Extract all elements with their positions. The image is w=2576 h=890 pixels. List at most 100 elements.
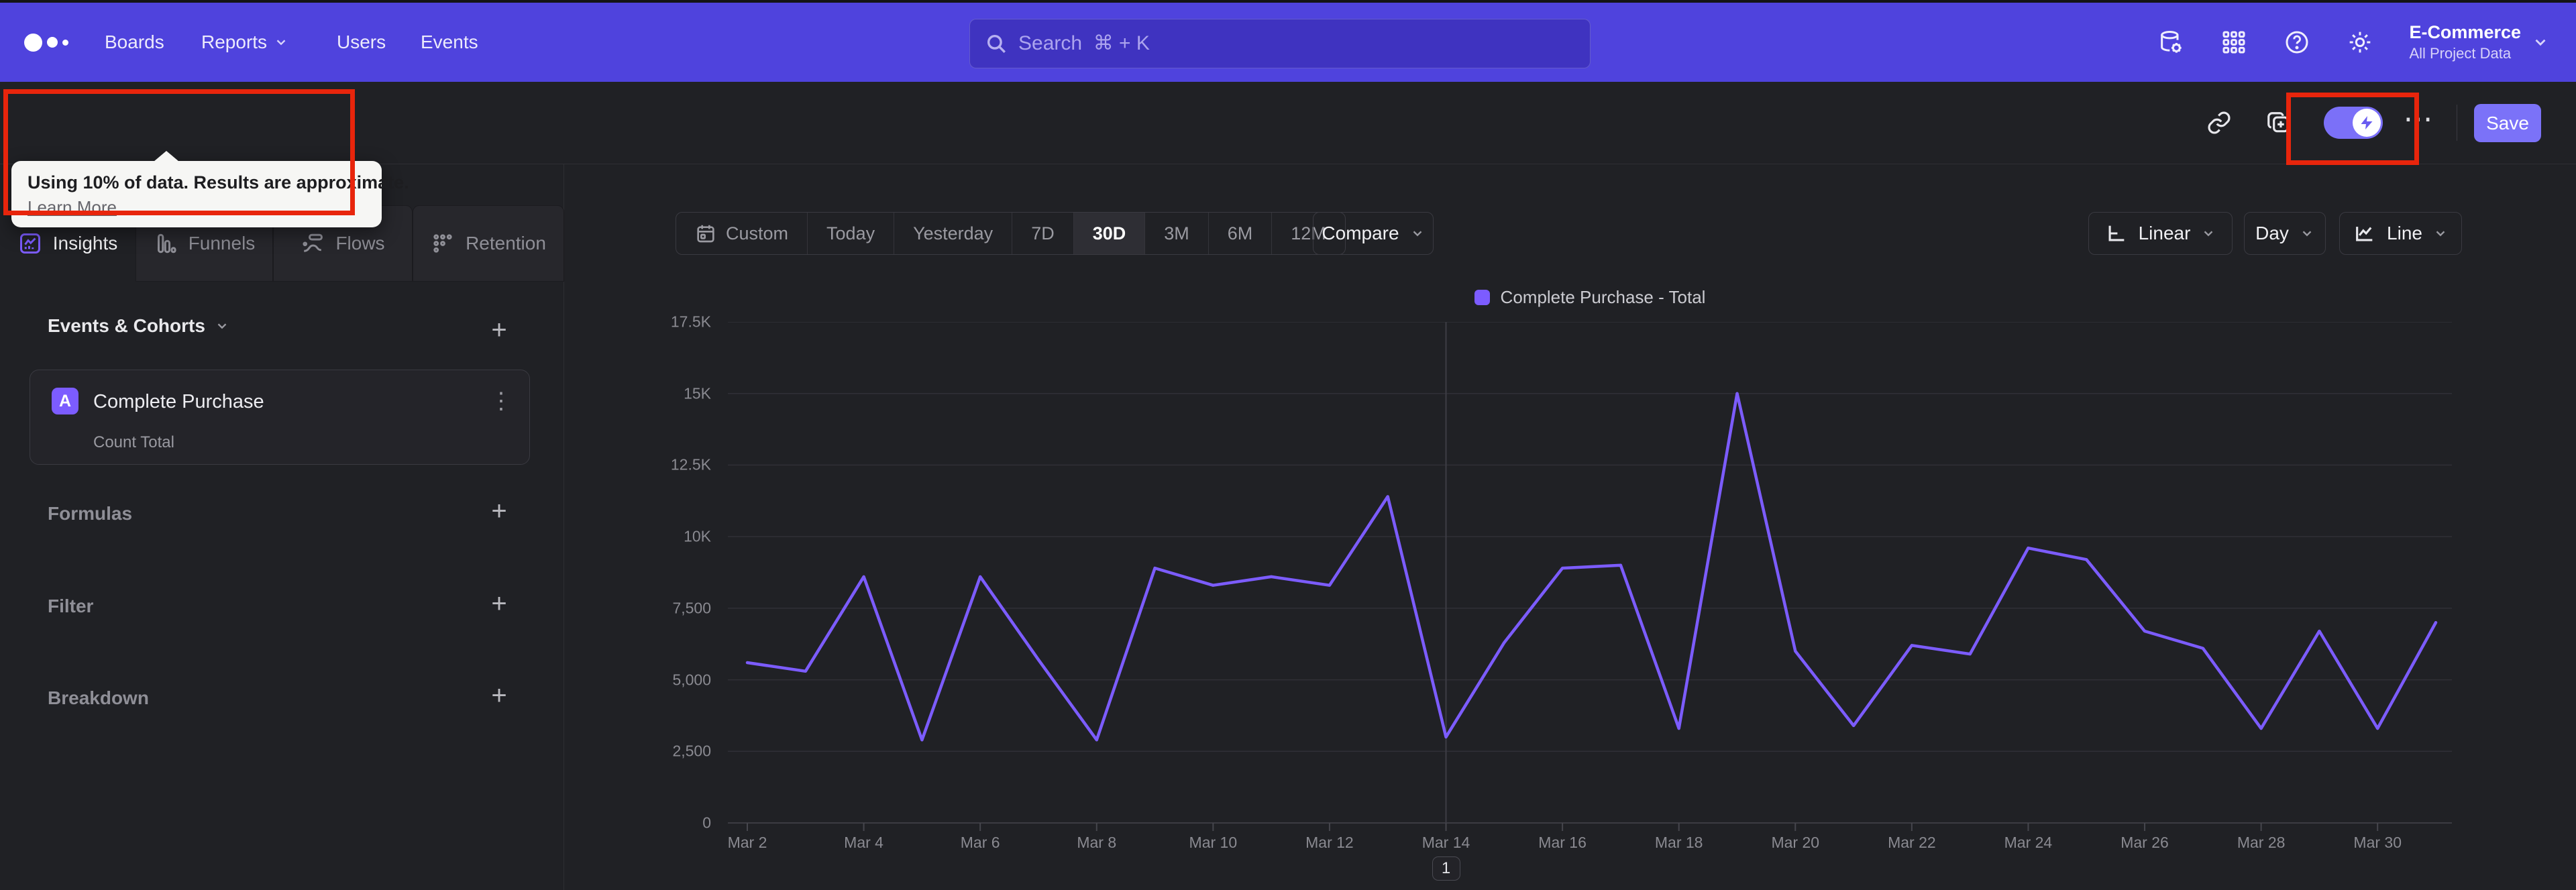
- nav-item-boards[interactable]: Boards: [105, 3, 164, 82]
- date-range-label: Custom: [726, 223, 789, 243]
- help-button[interactable]: [2265, 29, 2328, 56]
- y-axis-label: 15K: [684, 384, 711, 402]
- chevron-down-icon: [2436, 231, 2445, 237]
- sampling-toggle[interactable]: [2324, 107, 2383, 139]
- date-range-custom[interactable]: Custom: [676, 213, 808, 254]
- add-event-button[interactable]: +: [484, 315, 514, 345]
- nav-right-cluster: E-Commerce All Project Data: [2139, 3, 2576, 82]
- y-axis-label: 0: [702, 814, 711, 832]
- project-name: E-Commerce: [2409, 22, 2521, 43]
- granularity-label: Day: [2255, 223, 2289, 243]
- data-management-button[interactable]: [2139, 29, 2202, 56]
- tab-label: Insights: [52, 233, 118, 254]
- learn-more-link[interactable]: Learn More: [28, 197, 117, 218]
- linear-axis-icon: [2108, 225, 2124, 241]
- date-range-today[interactable]: Today: [808, 213, 895, 254]
- date-range-30d[interactable]: 30D: [1073, 213, 1146, 254]
- top-nav: Boards Reports Users Events Search ⌘ + K…: [0, 3, 2576, 82]
- scale-label: Linear: [2138, 223, 2191, 243]
- date-range-label: 30D: [1092, 223, 1126, 243]
- x-axis-label: Mar 2: [727, 834, 767, 851]
- x-axis-label: Mar 22: [1888, 834, 1936, 851]
- y-axis-label: 7,500: [672, 599, 711, 617]
- chart-legend[interactable]: Complete Purchase - Total: [728, 287, 2452, 308]
- search-input[interactable]: [1018, 32, 1575, 55]
- project-switcher[interactable]: E-Commerce All Project Data: [2409, 21, 2549, 62]
- report-title-bar: Untitled Sampled + Add description... ⋯: [0, 82, 2576, 219]
- annotation-marker[interactable]: 1: [1432, 856, 1460, 881]
- x-axis-label: Mar 12: [1305, 834, 1354, 851]
- breakdown-section-label: Breakdown: [48, 687, 149, 708]
- add-formula-button[interactable]: +: [484, 496, 514, 526]
- x-axis-label: Mar 28: [2237, 834, 2286, 851]
- more-actions-button[interactable]: ⋯: [2399, 102, 2439, 136]
- mixpanel-logo-icon[interactable]: [24, 3, 68, 82]
- x-axis-label: Mar 10: [1189, 834, 1238, 851]
- date-range-picker: Custom Today Yesterday 7D 30D 3M 6M 12M: [676, 212, 1346, 255]
- line-chart-icon: [2356, 227, 2373, 241]
- y-axis-label: 5,000: [672, 671, 711, 689]
- line-chart[interactable]: [728, 322, 2452, 835]
- date-range-label: Yesterday: [913, 223, 994, 243]
- date-range-3m[interactable]: 3M: [1145, 213, 1209, 254]
- x-axis-label: Mar 24: [2004, 834, 2053, 851]
- tab-label: Funnels: [188, 233, 256, 254]
- toggle-knob: [2353, 109, 2381, 137]
- chevron-down-icon: [1413, 231, 1421, 237]
- event-kebab-menu[interactable]: ⋮: [488, 386, 515, 416]
- tab-label: Flows: [335, 233, 385, 254]
- help-icon: [2286, 31, 2308, 54]
- nav-item-label: Boards: [105, 32, 164, 52]
- compare-button[interactable]: Compare: [1313, 212, 1434, 255]
- duplicate-plus-icon: [2267, 112, 2289, 133]
- chart-type-label: Line: [2387, 223, 2422, 243]
- flows-icon: [303, 233, 323, 252]
- event-metric[interactable]: Count Total: [93, 433, 174, 452]
- nav-item-reports[interactable]: Reports: [201, 3, 288, 82]
- event-name[interactable]: Complete Purchase: [93, 391, 264, 413]
- filter-section-label: Filter: [48, 596, 94, 616]
- x-axis-label: Mar 8: [1077, 834, 1117, 851]
- granularity-dropdown[interactable]: Day: [2244, 212, 2326, 255]
- nav-item-label: Events: [421, 32, 478, 52]
- save-button[interactable]: Save: [2474, 104, 2541, 142]
- calendar-icon: [697, 225, 714, 243]
- tooltip-arrow: [154, 151, 179, 162]
- add-breakdown-button[interactable]: +: [484, 681, 514, 710]
- gear-icon: [2350, 32, 2371, 53]
- add-filter-button[interactable]: +: [484, 589, 514, 618]
- chevron-down-icon: [276, 40, 286, 46]
- tab-retention[interactable]: Retention: [413, 205, 564, 282]
- y-axis-label: 17.5K: [670, 313, 711, 331]
- app-screen: Boards Reports Users Events Search ⌘ + K…: [0, 0, 2576, 890]
- date-range-7d[interactable]: 7D: [1012, 213, 1074, 254]
- events-cohorts-header[interactable]: Events & Cohorts: [48, 315, 229, 337]
- apps-grid-button[interactable]: [2202, 29, 2265, 56]
- database-gear-icon: [2161, 31, 2182, 53]
- settings-button[interactable]: [2328, 29, 2392, 56]
- retention-icon: [433, 234, 452, 253]
- sampling-tooltip: Using 10% of data. Results are approxima…: [11, 151, 409, 227]
- event-card[interactable]: A Complete Purchase Count Total ⋮: [30, 370, 530, 465]
- date-range-6m[interactable]: 6M: [1209, 213, 1273, 254]
- events-cohorts-label: Events & Cohorts: [48, 315, 205, 336]
- scale-dropdown[interactable]: Linear: [2088, 212, 2233, 255]
- link-icon: [2208, 111, 2231, 134]
- nav-item-users[interactable]: Users: [337, 3, 386, 82]
- tooltip-text: Using 10% of data. Results are approxima…: [28, 172, 409, 192]
- duplicate-button[interactable]: [2262, 107, 2294, 139]
- y-axis-label: 10K: [684, 527, 711, 545]
- global-search[interactable]: [969, 19, 1591, 68]
- x-axis-label: Mar 30: [2353, 834, 2402, 851]
- copy-link-button[interactable]: [2203, 107, 2235, 139]
- nav-item-events[interactable]: Events: [421, 3, 478, 82]
- x-axis-label: Mar 20: [1771, 834, 1820, 851]
- date-range-label: 6M: [1227, 223, 1253, 243]
- date-range-yesterday[interactable]: Yesterday: [894, 213, 1013, 254]
- nav-item-label: Reports: [201, 32, 268, 52]
- insights-icon: [19, 233, 40, 254]
- x-axis-label: Mar 4: [844, 834, 883, 851]
- chart-type-dropdown[interactable]: Line: [2339, 212, 2462, 255]
- legend-swatch: [1474, 290, 1490, 305]
- chevron-down-icon: [2302, 231, 2312, 237]
